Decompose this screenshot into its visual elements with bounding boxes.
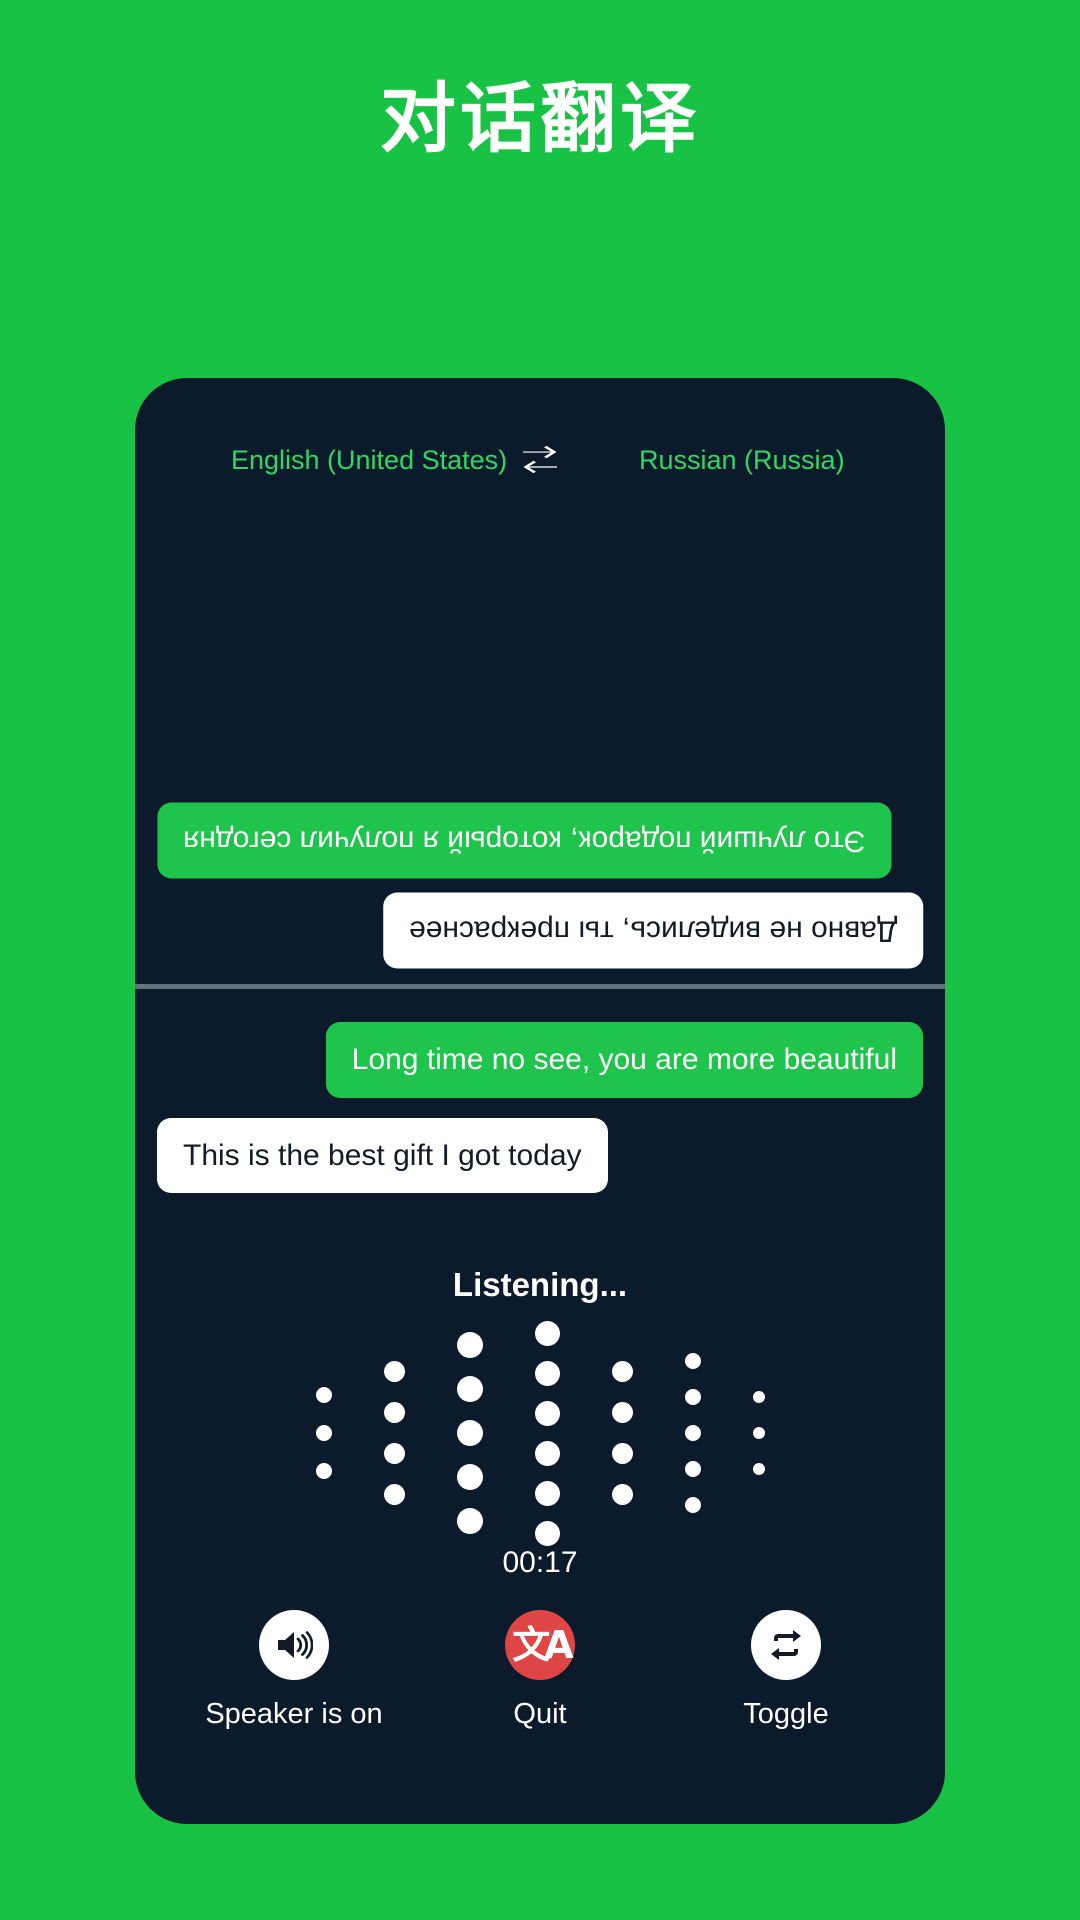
waveform-dot bbox=[383, 1402, 405, 1423]
target-language-label[interactable]: Russian (Russia) bbox=[573, 445, 873, 476]
waveform-dot bbox=[456, 1376, 483, 1402]
waveform-column bbox=[383, 1361, 405, 1505]
message-row: Long time no see, you are more beautiful bbox=[157, 1022, 923, 1098]
waveform-column bbox=[752, 1391, 765, 1475]
message-bubble-english-green[interactable]: Long time no see, you are more beautiful bbox=[325, 1022, 923, 1098]
waveform-dot bbox=[684, 1389, 701, 1405]
toggle-button[interactable]: Toggle bbox=[671, 1610, 901, 1731]
waveform-dot bbox=[456, 1464, 483, 1490]
repeat-arrows-icon[interactable] bbox=[751, 1610, 821, 1680]
message-row: This is the best gift I got today bbox=[157, 1117, 923, 1193]
recording-timer: 00:17 bbox=[502, 1546, 578, 1579]
waveform-column bbox=[534, 1320, 560, 1546]
waveform-dot bbox=[383, 1443, 405, 1464]
waveform-dot bbox=[611, 1484, 633, 1505]
translate-icon[interactable]: 文A bbox=[505, 1610, 575, 1680]
quit-button[interactable]: 文A Quit bbox=[425, 1610, 655, 1731]
waveform-dot bbox=[684, 1353, 701, 1369]
waveform-dot bbox=[315, 1463, 332, 1479]
waveform-dot bbox=[456, 1420, 483, 1446]
waveform-dot bbox=[534, 1360, 560, 1386]
waveform-dot bbox=[534, 1520, 560, 1546]
message-row: Давно не виделись, ты прекраснее bbox=[157, 892, 923, 968]
waveform-dot bbox=[611, 1361, 633, 1382]
listening-status-label: Listening... bbox=[452, 1266, 628, 1303]
language-header: English (United States) Russian (Russia) bbox=[135, 438, 945, 482]
audio-waveform-visualizer bbox=[135, 1320, 945, 1546]
speaker-button[interactable]: Speaker is on bbox=[179, 1610, 409, 1731]
waveform-dot bbox=[684, 1497, 701, 1513]
waveform-dot bbox=[315, 1425, 332, 1441]
message-bubble-russian-white[interactable]: Давно не виделись, ты прекраснее bbox=[382, 892, 923, 968]
conversation-pane-rotated[interactable]: Это лучший подарок, который я получил се… bbox=[135, 498, 945, 984]
waveform-dot bbox=[684, 1461, 701, 1477]
waveform-dot bbox=[752, 1463, 765, 1475]
waveform-dot bbox=[534, 1480, 560, 1506]
speaker-on-icon[interactable] bbox=[259, 1610, 329, 1680]
waveform-dot bbox=[456, 1332, 483, 1358]
waveform-dot bbox=[611, 1402, 633, 1423]
bottom-controls-bar: Speaker is on 文A Quit Toggle bbox=[135, 1610, 945, 1731]
waveform-dot bbox=[383, 1361, 405, 1382]
waveform-dot bbox=[534, 1320, 560, 1346]
swap-horizontal-icon[interactable] bbox=[507, 445, 573, 475]
waveform-column bbox=[611, 1361, 633, 1505]
translate-glyph: 文A bbox=[512, 1623, 573, 1667]
waveform-dot bbox=[534, 1440, 560, 1466]
message-row: Это лучший подарок, который я получил се… bbox=[157, 803, 923, 879]
waveform-dot bbox=[534, 1400, 560, 1426]
conversation-pane-main[interactable]: Long time no see, you are more beautiful… bbox=[135, 989, 945, 1269]
message-bubble-russian-green[interactable]: Это лучший подарок, который я получил се… bbox=[157, 803, 892, 879]
waveform-column bbox=[684, 1353, 701, 1513]
toggle-button-label: Toggle bbox=[743, 1698, 829, 1730]
waveform-dot bbox=[611, 1443, 633, 1464]
waveform-dot bbox=[315, 1387, 332, 1403]
speaker-button-label: Speaker is on bbox=[205, 1698, 383, 1730]
waveform-dot bbox=[752, 1427, 765, 1439]
source-language-label[interactable]: English (United States) bbox=[207, 445, 507, 476]
phone-mockup-card: English (United States) Russian (Russia)… bbox=[135, 378, 945, 1824]
page-title: 对话翻译 bbox=[380, 77, 700, 162]
quit-button-label: Quit bbox=[513, 1698, 567, 1730]
waveform-dot bbox=[383, 1484, 405, 1505]
waveform-column bbox=[315, 1387, 332, 1479]
waveform-dot bbox=[752, 1391, 765, 1403]
waveform-dot bbox=[456, 1508, 483, 1534]
waveform-column bbox=[456, 1332, 483, 1534]
waveform-dot bbox=[684, 1425, 701, 1441]
message-bubble-english-white[interactable]: This is the best gift I got today bbox=[157, 1117, 608, 1193]
